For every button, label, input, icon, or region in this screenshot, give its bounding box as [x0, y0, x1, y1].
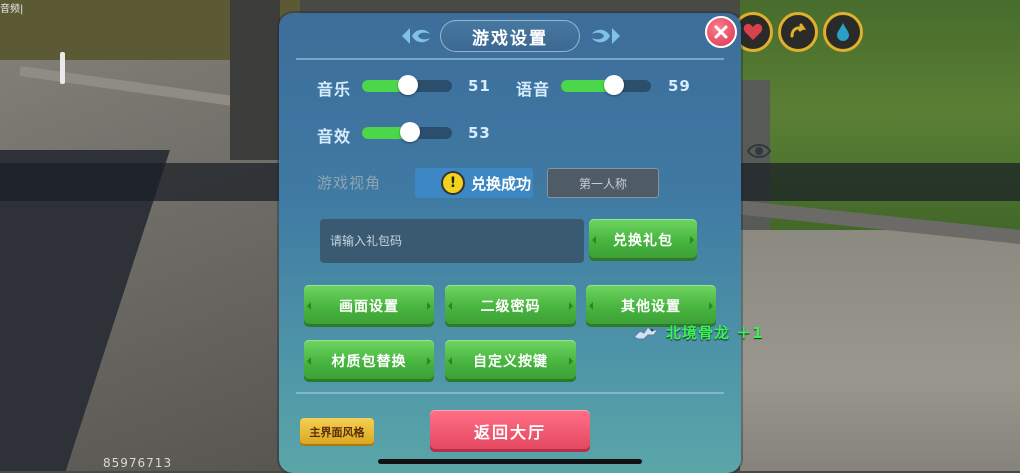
voice-value: 59: [668, 77, 691, 95]
sfx-value: 53: [468, 124, 491, 142]
close-icon: [714, 25, 728, 39]
gift-code-input[interactable]: [320, 219, 584, 263]
hud-top-left-text: 音频|: [0, 4, 24, 15]
music-slider[interactable]: [362, 75, 452, 95]
sfx-slider-knob[interactable]: [399, 122, 420, 142]
music-label: 音乐: [317, 80, 352, 99]
title-plate: 游戏设置: [440, 20, 580, 52]
redeem-gift-button[interactable]: 兑换礼包: [589, 219, 697, 261]
close-button[interactable]: [705, 16, 737, 48]
swap-button[interactable]: [778, 12, 818, 52]
water-button[interactable]: [823, 12, 863, 52]
voice-label: 语音: [516, 80, 551, 99]
title-ornament-right-icon: [592, 28, 620, 44]
toast-text: 兑换成功: [471, 174, 532, 193]
custom-keys-button[interactable]: 自定义按键: [445, 340, 576, 382]
sfx-slider[interactable]: [362, 122, 452, 142]
other-settings-button[interactable]: 其他设置: [586, 285, 716, 327]
home-indicator[interactable]: [378, 459, 642, 464]
toast-notification: ! 兑换成功: [441, 168, 531, 198]
divider-top: [296, 58, 724, 60]
reward-text: 北境骨龙 ＋1: [666, 324, 764, 342]
reward-notification: 北境骨龙 ＋1: [632, 322, 764, 343]
hud-indicator-bar: [60, 52, 65, 84]
view-mode-label: 游戏视角: [317, 174, 382, 192]
view-option-first-person[interactable]: 第一人称: [547, 168, 659, 198]
graphics-settings-button[interactable]: 画面设置: [304, 285, 434, 327]
secondary-password-button[interactable]: 二级密码: [445, 285, 576, 327]
voice-slider[interactable]: [561, 75, 651, 95]
music-slider-knob[interactable]: [397, 75, 418, 95]
scene-pillar: [230, 0, 280, 160]
music-value: 51: [468, 77, 491, 95]
water-drop-icon: [837, 23, 849, 41]
eye-icon[interactable]: [746, 138, 772, 164]
dialog-title: 游戏设置: [472, 28, 548, 49]
scene-pavement-right: [740, 230, 1020, 471]
ui-style-button[interactable]: 主界面风格: [300, 418, 374, 446]
player-id: 85976713: [103, 456, 173, 470]
title-ornament-left-icon: [402, 28, 430, 44]
bone-dragon-icon: [633, 325, 660, 339]
sfx-label: 音效: [317, 127, 352, 146]
heart-icon: [743, 23, 763, 40]
return-lobby-button[interactable]: 返回大厅: [430, 410, 590, 452]
swap-arrow-icon: [790, 23, 807, 38]
voice-slider-knob[interactable]: [604, 75, 625, 95]
warning-icon: !: [441, 171, 465, 195]
divider-bottom: [296, 392, 724, 394]
texture-pack-button[interactable]: 材质包替换: [304, 340, 434, 382]
